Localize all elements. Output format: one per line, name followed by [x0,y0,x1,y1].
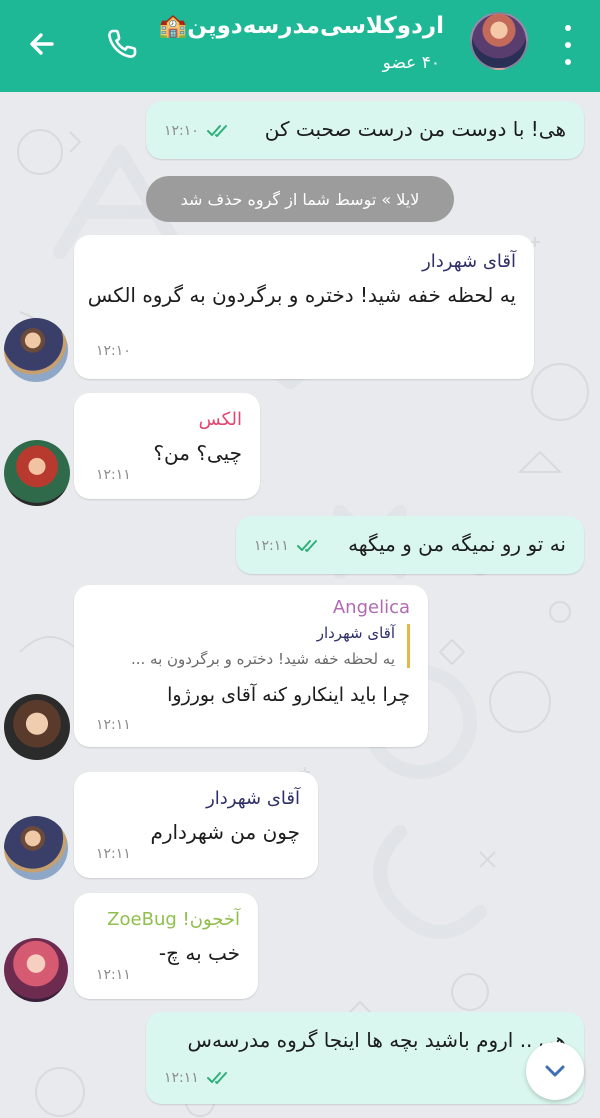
member-count: ۴۰ عضو [382,53,440,73]
more-options-button[interactable] [558,25,578,65]
message-time: ۱۲:۱۱ [164,1070,231,1086]
back-button[interactable] [22,24,62,64]
chat-screen: اردوکلاسی‌مدرسه‌دوپن🏫 ۴۰ عضو [0,0,600,1118]
double-check-icon [207,1072,228,1084]
message-text: چون من شهردارم [150,820,300,844]
message-time: ۱۲:۱۱ [96,846,131,862]
more-vertical-icon [565,25,571,31]
message-bubble-outgoing[interactable]: نه تو رو نمیگه من و میگهه ۱۲:۱۱ [236,516,584,574]
message-time: ۱۲:۱۱ [96,467,131,483]
message-bubble-incoming[interactable]: Angelica آقای شهردار یه لحظه خفه شید! دخ… [74,585,428,747]
message-bubble-incoming[interactable]: آقای شهردار چون من شهردارم ۱۲:۱۱ [74,772,318,878]
quote-sender: آقای شهردار [316,624,395,642]
sender-label: ZoeBug [107,909,177,930]
message-time: ۱۲:۱۱ [254,538,321,554]
avatar[interactable] [4,938,68,1002]
quote-text: یه لحظه خفه شید! دختره و برگردون به ... [130,650,395,668]
sender-status: آخجون! [182,909,240,930]
sender-name: آقای شهردار [422,251,516,272]
message-bubble-incoming[interactable]: الکس چیی؟ من؟ ۱۲:۱۱ [74,393,260,499]
avatar[interactable] [4,318,68,382]
message-time: ۱۲:۱۱ [96,967,131,983]
message-text: هی .. اروم باشید بچه ها اینجا گروه مدرسه… [187,1028,566,1052]
message-text: خب به چ- [158,941,240,965]
phone-icon [108,29,137,58]
chevron-down-icon [545,1065,565,1077]
message-bubble-outgoing[interactable]: هی .. اروم باشید بچه ها اینجا گروه مدرسه… [146,1012,584,1104]
system-notice: لایلا » توسط شما از گروه حذف شد [146,176,454,222]
message-text: یه لحظه خفه شید! دختره و برگردون به گروه… [87,283,516,307]
message-time: ۱۲:۱۰ [164,123,231,139]
message-bubble-incoming[interactable]: آخجون! ZoeBug خب به چ- ۱۲:۱۱ [74,893,258,999]
avatar[interactable] [4,816,68,880]
sender-name: Angelica [332,597,410,618]
sender-name: الکس [198,409,242,430]
group-title[interactable]: اردوکلاسی‌مدرسه‌دوپن🏫 [159,12,444,39]
avatar[interactable] [4,694,70,760]
message-list[interactable]: هی! با دوست من درست صحبت کن ۱۲:۱۰ لایلا … [0,92,600,1118]
double-check-icon [207,125,228,137]
chat-header: اردوکلاسی‌مدرسه‌دوپن🏫 ۴۰ عضو [0,0,600,92]
sender-name: آخجون! ZoeBug [92,909,240,930]
arrow-left-icon [30,33,54,55]
message-time: ۱۲:۱۰ [96,343,131,359]
call-button[interactable] [100,22,144,66]
message-text: چیی؟ من؟ [153,441,242,465]
message-bubble-outgoing[interactable]: هی! با دوست من درست صحبت کن ۱۲:۱۰ [146,101,584,159]
message-bubble-incoming[interactable]: آقای شهردار یه لحظه خفه شید! دختره و برگ… [74,235,534,379]
avatar[interactable] [4,440,70,506]
reply-quote[interactable]: آقای شهردار یه لحظه خفه شید! دختره و برگ… [92,624,410,668]
double-check-icon [297,540,318,552]
message-time: ۱۲:۱۱ [96,717,131,733]
group-avatar[interactable] [470,12,528,70]
sender-name: آقای شهردار [206,788,300,809]
scroll-to-bottom-button[interactable] [526,1042,584,1100]
message-text: چرا باید اینکارو کنه آقای بورژوا [167,684,410,706]
